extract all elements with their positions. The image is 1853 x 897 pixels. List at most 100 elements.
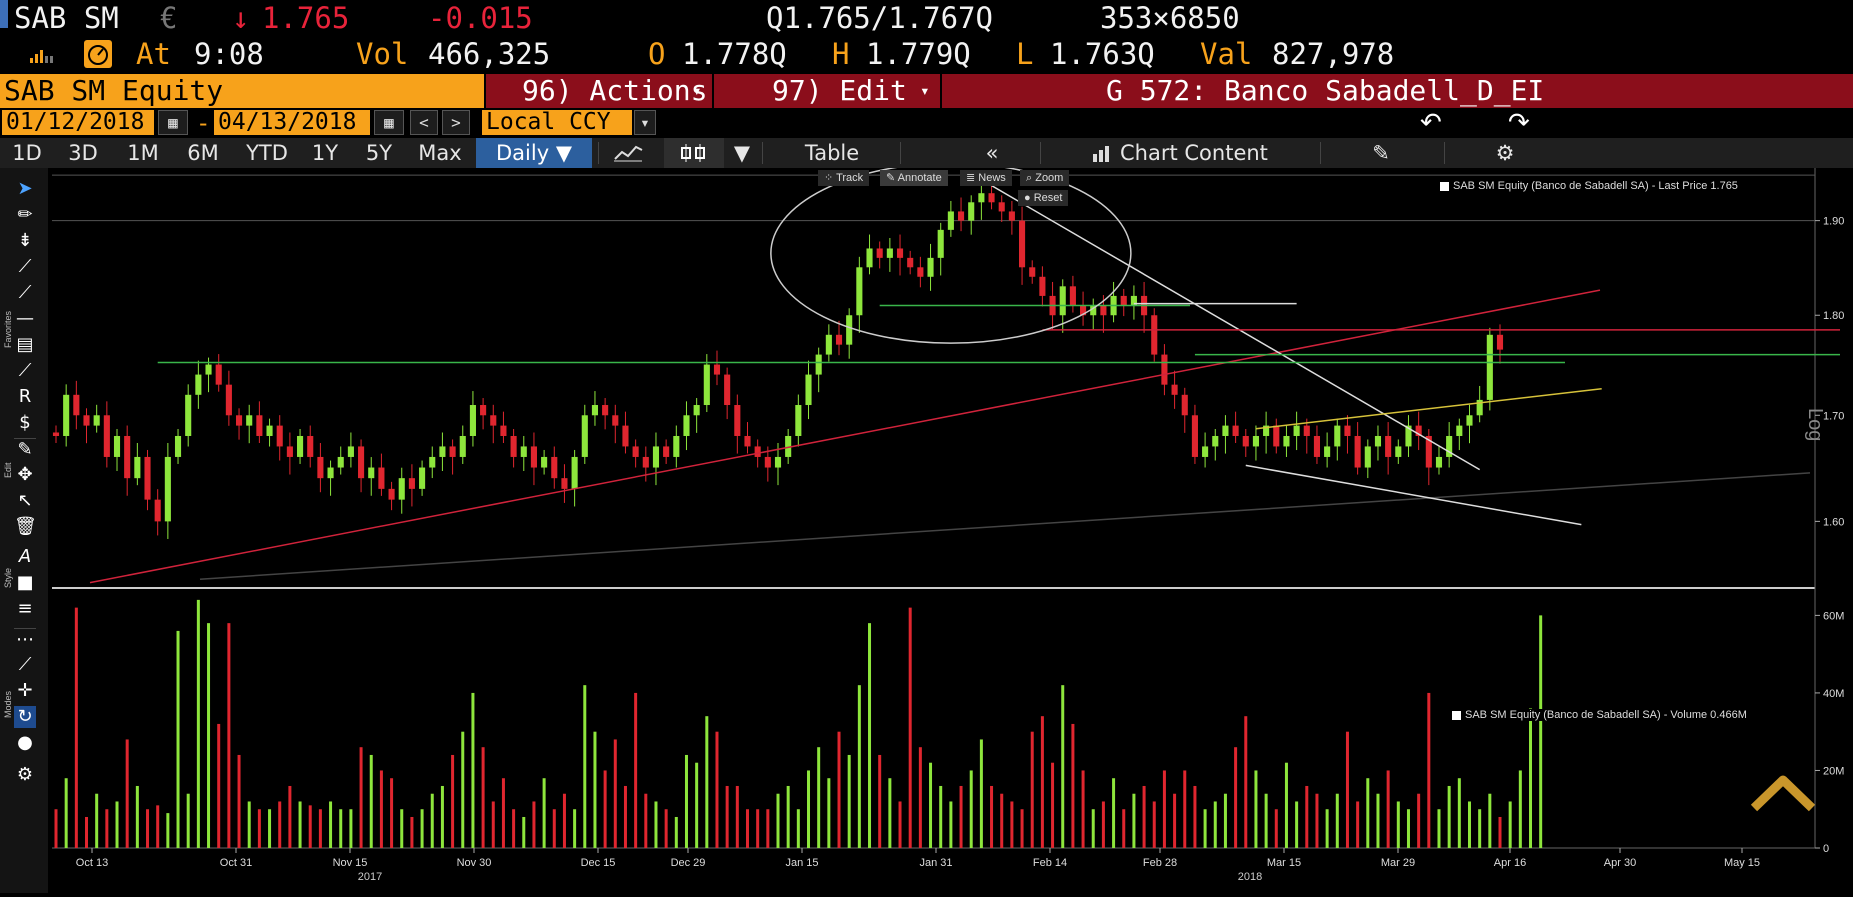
line-weight-icon[interactable]: ≡ — [14, 598, 36, 620]
security-field[interactable]: SAB SM Equity — [0, 74, 484, 108]
volume-bar-91 — [979, 739, 983, 848]
tab-1m[interactable]: 1M — [116, 138, 170, 168]
end-date-input[interactable]: 04/13/2018 — [214, 110, 370, 135]
volume-bar-48 — [542, 778, 546, 848]
price-legend[interactable]: SAB SM Equity (Banco de Sabadell SA) - L… — [1440, 180, 1738, 192]
candle-body-122 — [1293, 425, 1300, 436]
volume-bar-95 — [1020, 809, 1024, 848]
candle-body-108 — [1151, 315, 1158, 355]
volume-bar-13 — [186, 793, 190, 848]
volume-bar-29 — [349, 809, 353, 848]
candle-body-45 — [510, 435, 517, 457]
move-icon[interactable]: ✥ — [14, 464, 36, 486]
volume-bar-107 — [1142, 785, 1146, 848]
ruler-icon[interactable]: ⟋ — [14, 654, 36, 676]
line-tool-icon[interactable]: ⟋ — [14, 360, 36, 382]
volume-bar-89 — [959, 785, 963, 848]
pointer-icon[interactable]: ➤ — [14, 178, 36, 200]
currency-select[interactable]: Local CCY — [482, 110, 632, 135]
chart-svg[interactable]: 1.90 1.80 1.70 1.60 60M 40M 20M 0 Oct 13 Oct 31 No… — [0, 162, 1853, 893]
x-tick-label-11: Mar 29 — [1381, 857, 1415, 869]
start-calendar-icon[interactable]: ▦ — [158, 110, 188, 135]
periodicity-select[interactable]: Daily ▼ — [476, 138, 592, 168]
candle-body-90 — [968, 202, 975, 221]
candle-body-46 — [520, 446, 527, 457]
line-chart-icon[interactable] — [612, 143, 644, 163]
candle-body-28 — [337, 456, 344, 468]
chart-area[interactable]: 1.90 1.80 1.70 1.60 60M 40M 20M 0 Oct 13 Oct 31 No… — [0, 162, 1853, 893]
candle-body-58 — [642, 456, 649, 468]
pencil-icon[interactable]: ✏ — [14, 204, 36, 226]
volume-bar-46 — [522, 816, 526, 848]
redo-icon[interactable]: ↷ — [1508, 108, 1538, 138]
volume-bar-138 — [1457, 778, 1461, 848]
zoom-button[interactable]: ⌕ Zoom — [1020, 170, 1070, 186]
collapse-panel-icon[interactable]: « — [952, 138, 1032, 168]
track-button[interactable]: ⁘ Track — [818, 170, 870, 186]
chart-type-dropdown-icon[interactable]: ▼ — [728, 138, 756, 168]
tab-max[interactable]: Max — [410, 138, 470, 168]
sidebar-settings-icon[interactable]: ⚙ — [14, 764, 36, 786]
volume-bar-109 — [1162, 770, 1166, 848]
actions-menu[interactable]: 96) Actions ▾ — [486, 74, 712, 108]
reset-button[interactable]: ● Reset — [1018, 190, 1069, 206]
volume-bar-22 — [278, 801, 282, 848]
select-icon[interactable]: ↖ — [14, 490, 36, 512]
volume-bar-8 — [135, 785, 139, 848]
horizontal-line-icon[interactable]: — — [14, 308, 36, 330]
volume-bar-54 — [603, 770, 607, 848]
prev-period-button[interactable]: < — [410, 110, 438, 135]
candle-body-111 — [1181, 394, 1188, 416]
text-style-icon[interactable]: A — [14, 546, 36, 568]
news-button[interactable]: ≣ News — [960, 170, 1012, 186]
grid-mode-icon[interactable]: ⋯ — [14, 628, 36, 651]
edit-menu[interactable]: 97) Edit ▾ — [714, 74, 940, 108]
volume-bar-81 — [878, 754, 882, 848]
tab-6m[interactable]: 6M — [176, 138, 230, 168]
channel-icon[interactable]: ▤ — [14, 334, 36, 356]
candle-body-64 — [703, 364, 710, 406]
log-scale-label[interactable]: Log — [1803, 408, 1826, 441]
tab-1d[interactable]: 1D — [4, 138, 50, 168]
next-period-button[interactable]: > — [442, 110, 470, 135]
tab-1y[interactable]: 1Y — [302, 138, 348, 168]
edit-pencil-icon[interactable]: ✎ — [14, 438, 36, 461]
candle-body-78 — [846, 315, 853, 345]
color-box-icon[interactable]: ■ — [14, 572, 36, 594]
price-tool-icon[interactable]: $ — [14, 412, 36, 434]
tab-3d[interactable]: 3D — [58, 138, 108, 168]
start-date-input[interactable]: 01/12/2018 — [2, 110, 154, 135]
candle-chart-button[interactable] — [664, 138, 724, 168]
fibonacci-icon[interactable]: ⇟ — [14, 230, 36, 252]
candle-body-142 — [1496, 334, 1504, 350]
tab-ytd[interactable]: YTD — [236, 138, 298, 168]
trash-icon[interactable]: 🗑 — [14, 516, 37, 538]
table-button[interactable]: Table — [770, 138, 894, 168]
candle-body-42 — [480, 405, 487, 416]
val-value: 827,978 — [1272, 37, 1395, 71]
currency-dropdown-icon[interactable]: ▾ — [634, 110, 656, 135]
candle-body-82 — [886, 248, 893, 258]
candle-body-123 — [1303, 425, 1310, 436]
volume-bar-1 — [64, 778, 68, 848]
end-calendar-icon[interactable]: ▦ — [374, 110, 404, 135]
candle-body-116 — [1232, 425, 1239, 436]
volume-bar-125 — [1325, 809, 1329, 848]
gauge-icon[interactable] — [84, 40, 112, 68]
edit-chart-icon[interactable]: ✎ — [1366, 138, 1396, 168]
settings-gear-icon[interactable]: ⚙ — [1490, 138, 1520, 168]
palette-icon[interactable]: ● — [14, 732, 36, 754]
undo-icon[interactable]: ↶ — [1420, 108, 1450, 138]
ray-icon[interactable]: ⟋ — [14, 282, 36, 304]
chart-content-button[interactable]: Chart Content — [1090, 138, 1310, 168]
refresh-mode-icon[interactable]: ↻ — [14, 706, 36, 728]
scroll-up-icon[interactable] — [1748, 766, 1818, 816]
signal-bars-icon — [30, 50, 53, 63]
crosshair-icon[interactable]: ✛ — [14, 680, 36, 702]
ratio-icon[interactable]: R — [14, 386, 36, 408]
volume-legend[interactable]: SAB SM Equity (Banco de Sabadell SA) - V… — [1452, 709, 1747, 721]
tab-5y[interactable]: 5Y — [356, 138, 402, 168]
candle-body-39 — [449, 446, 456, 457]
trendline-icon[interactable]: ⟋ — [14, 256, 36, 278]
annotate-button[interactable]: ✎ Annotate — [880, 170, 948, 186]
